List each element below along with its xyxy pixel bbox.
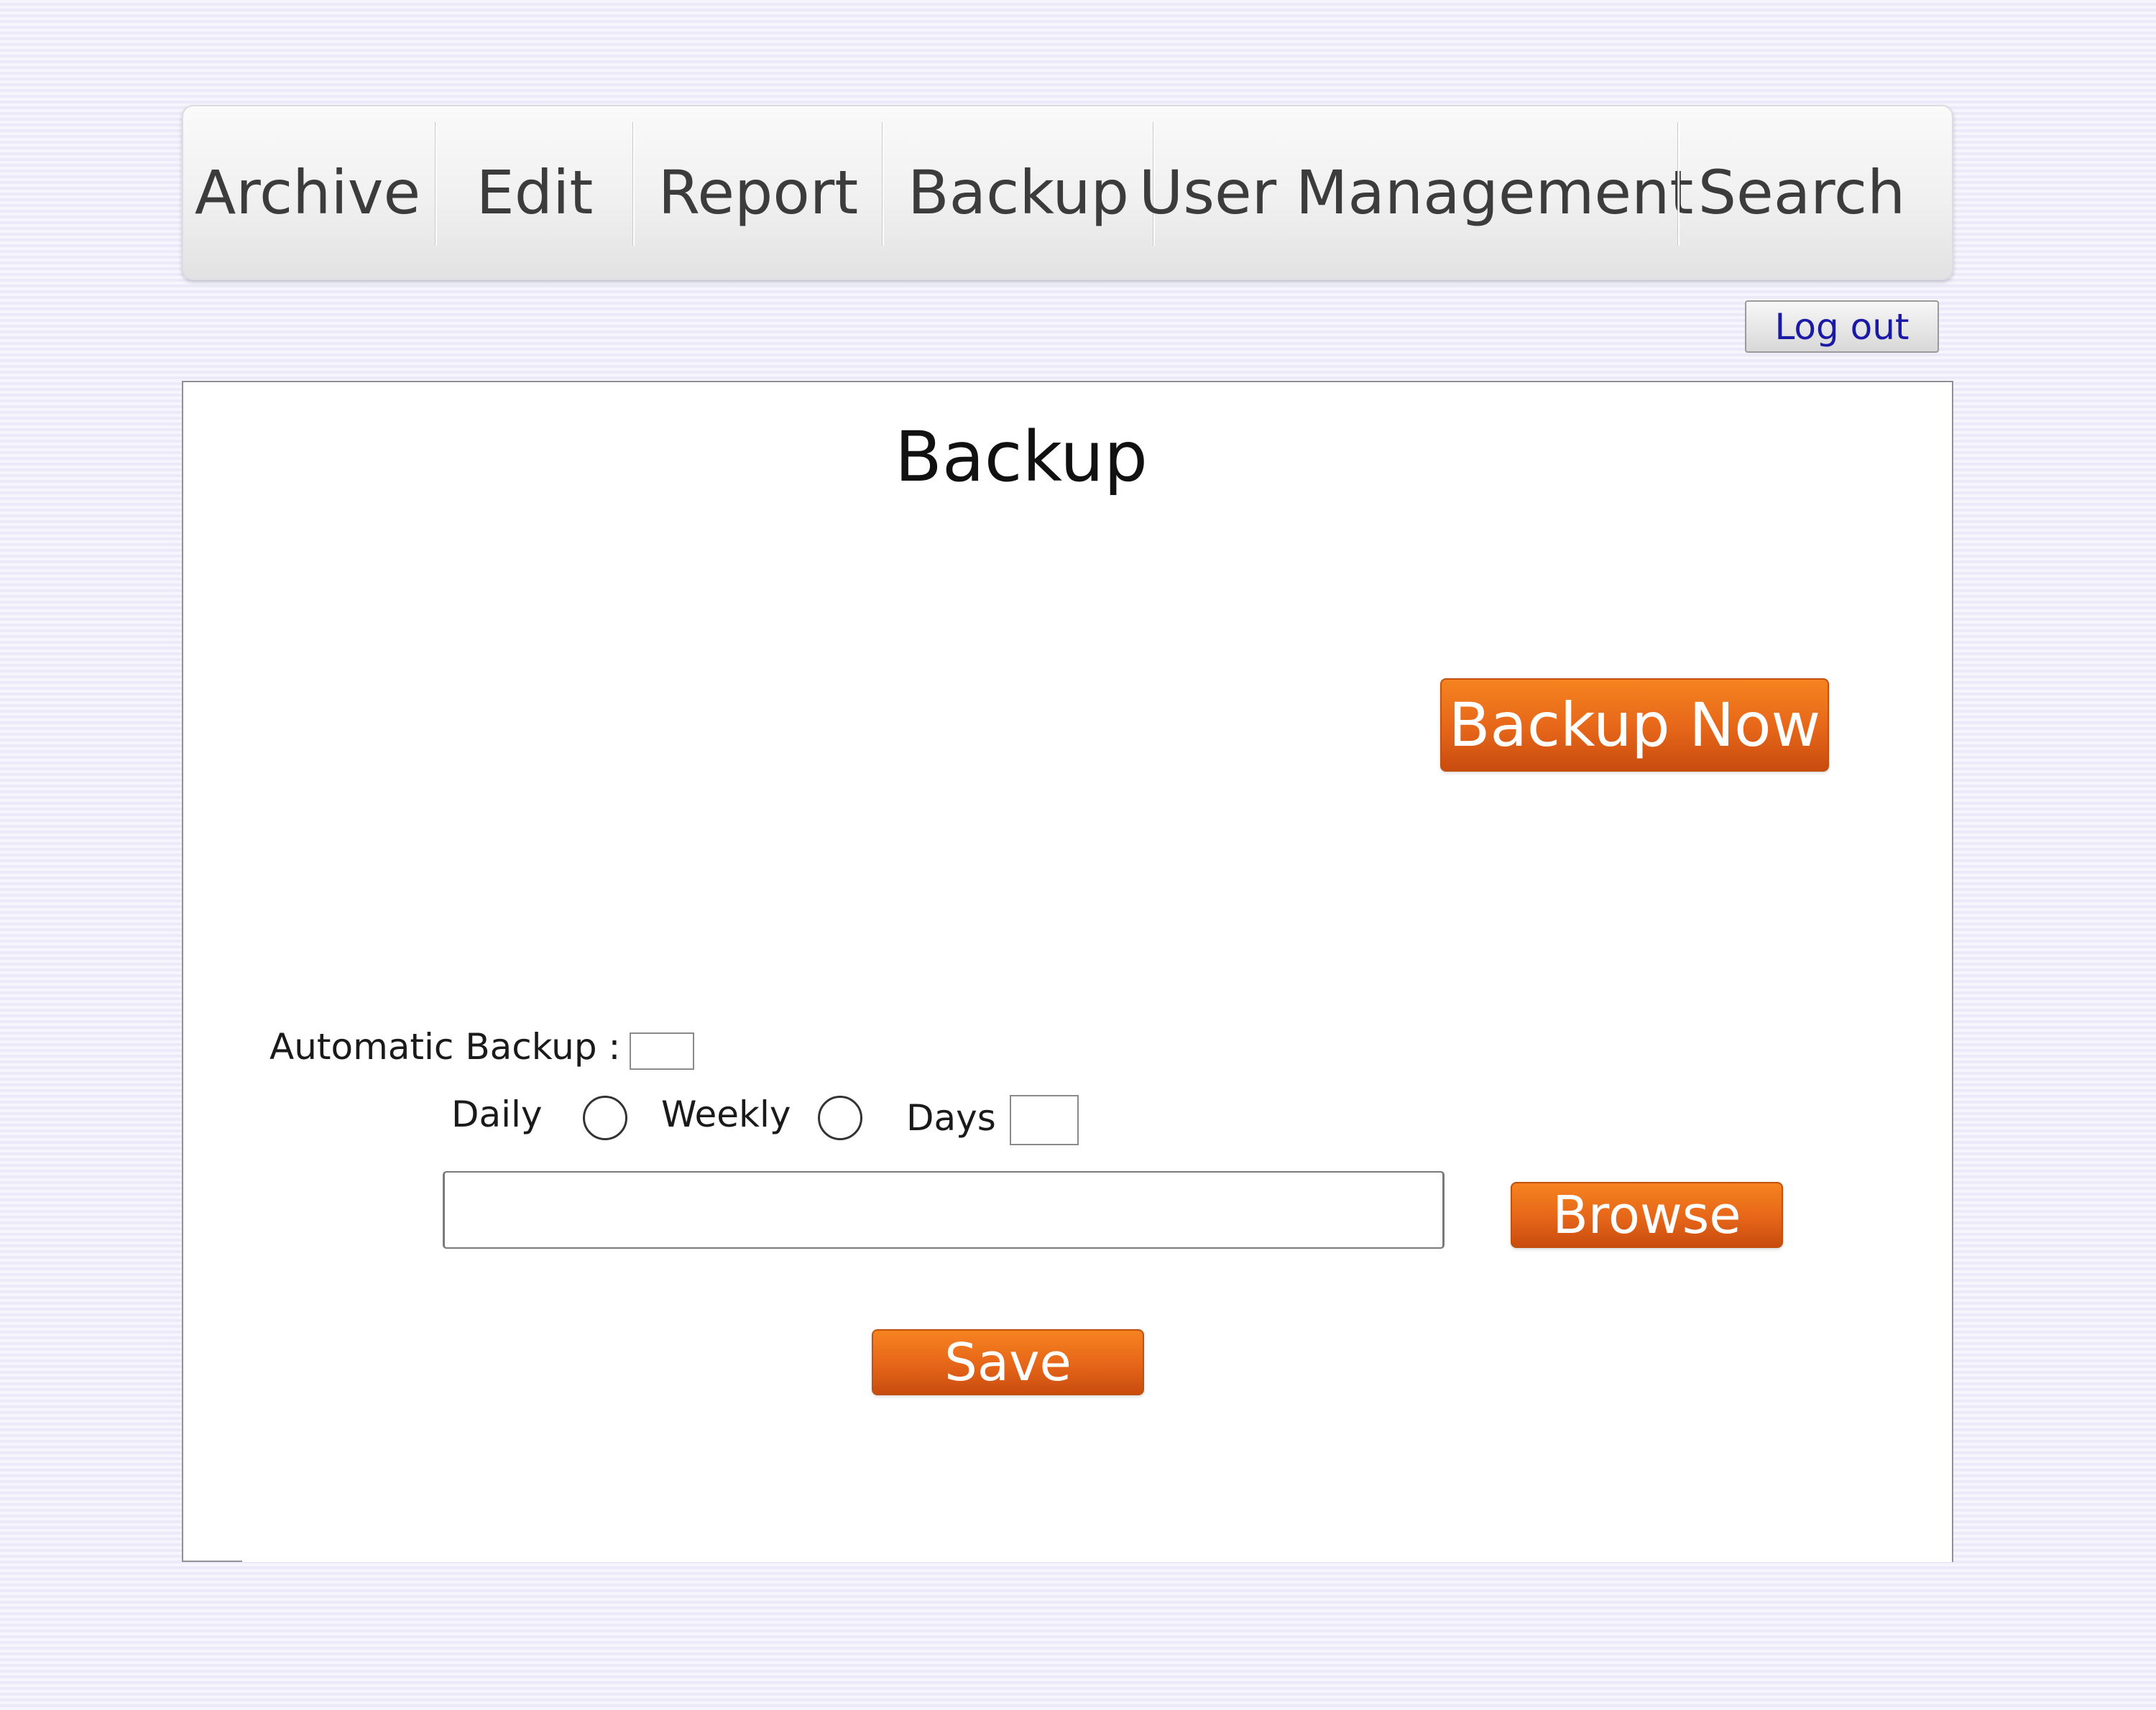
panel-border-fragment xyxy=(1952,1550,1953,1562)
menu-item-user-management[interactable]: User Management xyxy=(1139,106,1694,279)
menu-item-backup[interactable]: Backup xyxy=(884,106,1153,279)
days-input[interactable] xyxy=(1010,1095,1079,1145)
daily-label: Daily xyxy=(451,1094,543,1135)
browse-button[interactable]: Browse xyxy=(1511,1182,1783,1248)
automatic-backup-checkbox[interactable] xyxy=(630,1032,694,1070)
automatic-backup-label: Automatic Backup : xyxy=(270,1026,621,1068)
backup-now-button[interactable]: Backup Now xyxy=(1440,678,1829,772)
main-menu-bar: Archive Edit Report Backup User Manageme… xyxy=(182,105,1953,280)
menu-item-search[interactable]: Search xyxy=(1680,106,1924,279)
save-button[interactable]: Save xyxy=(872,1329,1144,1395)
logout-button[interactable]: Log out xyxy=(1745,300,1939,353)
panel-border-fragment xyxy=(182,1561,242,1562)
backup-path-input[interactable] xyxy=(443,1171,1445,1249)
menu-item-report[interactable]: Report xyxy=(635,106,882,279)
menu-item-edit[interactable]: Edit xyxy=(437,106,632,279)
daily-radio[interactable] xyxy=(583,1096,627,1140)
menu-item-archive[interactable]: Archive xyxy=(195,106,420,279)
weekly-radio[interactable] xyxy=(818,1096,862,1140)
weekly-label: Weekly xyxy=(661,1094,791,1135)
days-label: Days xyxy=(906,1097,996,1139)
page-title: Backup xyxy=(895,417,1148,497)
